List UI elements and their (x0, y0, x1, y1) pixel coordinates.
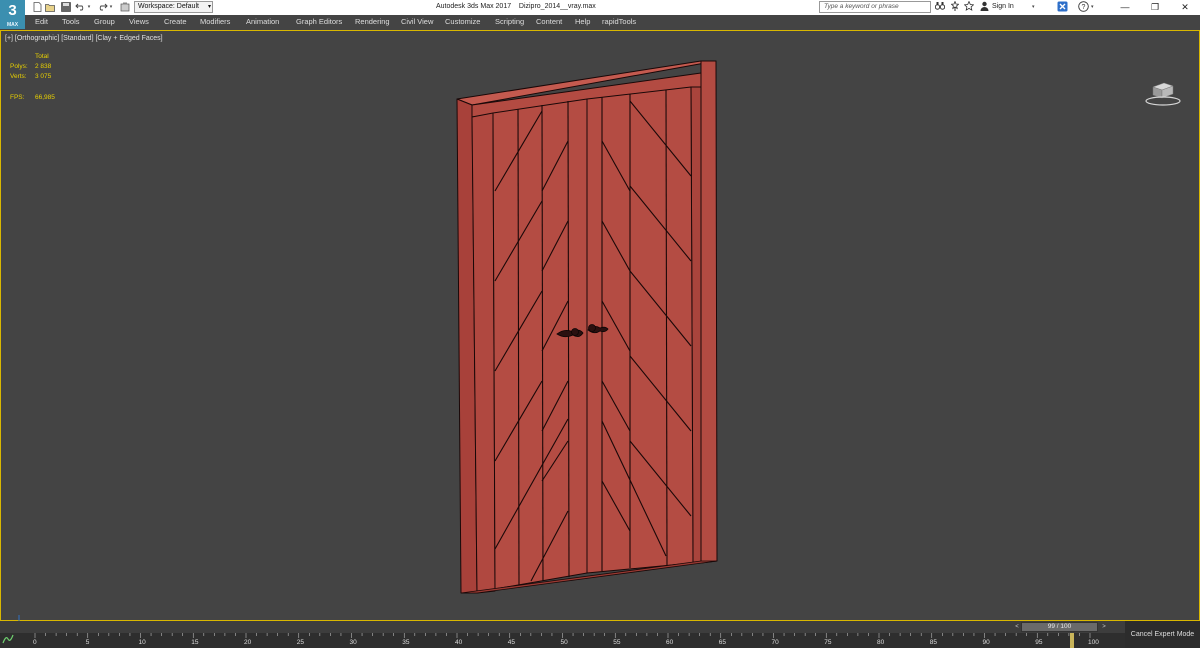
redo-dropdown-icon[interactable]: ▾ (107, 1, 115, 13)
time-slider[interactable]: 99 / 100 (1021, 622, 1098, 632)
undo-dropdown-icon[interactable]: ▾ (85, 1, 93, 13)
track-tick-label: 80 (877, 639, 885, 646)
track-tick-label: 35 (402, 639, 410, 646)
track-tick-label: 15 (191, 639, 199, 646)
title-bar: 3 MAX ▾ ▾ Workspace: Default ▾ Autodesk 3d… (0, 0, 1200, 29)
viewcube[interactable] (1142, 81, 1182, 109)
track-tick-label: 95 (1035, 639, 1043, 646)
stats-total-header: Total (35, 53, 49, 60)
new-icon[interactable] (31, 1, 44, 13)
track-tick-label: 100 (1088, 639, 1099, 646)
viewport-label[interactable]: [+] [Orthographic] [Standard] [Clay + Ed… (5, 35, 163, 42)
help-dropdown-icon[interactable]: ▾ (1091, 1, 1094, 13)
menu-customize[interactable]: Customize (445, 17, 480, 26)
file-name: Dizipro_2014__vray.max (518, 3, 596, 10)
user-icon[interactable] (980, 1, 989, 13)
workspace-dropdown[interactable]: Workspace: Default ▾ (134, 1, 213, 13)
menu-views[interactable]: Views (129, 17, 149, 26)
search-input[interactable]: Type a keyword or phrase (819, 1, 931, 13)
track-tick-label: 70 (771, 639, 779, 646)
track-tick-label: 55 (613, 639, 621, 646)
track-tick-label: 45 (507, 639, 515, 646)
binoculars-icon[interactable] (934, 1, 946, 13)
track-tick-label: 75 (824, 639, 832, 646)
track-tick-label: 65 (718, 639, 726, 646)
sign-in-dropdown-icon[interactable]: ▾ (1032, 1, 1035, 13)
time-slider-next-button[interactable]: > (1100, 622, 1108, 632)
sign-in-button[interactable]: Sign In (992, 3, 1014, 10)
time-slider-bar: < 99 / 100 > (0, 621, 1125, 633)
menu-scripting[interactable]: Scripting (495, 17, 524, 26)
track-tick-label: 40 (455, 639, 463, 646)
menu-civil-view[interactable]: Civil View (401, 17, 433, 26)
stats-fps-label: FPS: (10, 94, 25, 101)
viewport[interactable]: [+] [Orthographic] [Standard] [Clay + Ed… (0, 30, 1200, 630)
menu-rendering[interactable]: Rendering (355, 17, 390, 26)
time-slider-playhead[interactable] (1070, 633, 1075, 648)
track-tick-label: 50 (560, 639, 568, 646)
track-tick-label: 25 (296, 639, 304, 646)
help-icon[interactable]: ? (1078, 1, 1089, 13)
stats-verts-value: 3 075 (35, 73, 52, 80)
menu-animation[interactable]: Animation (246, 17, 279, 26)
menu-group[interactable]: Group (94, 17, 115, 26)
track-tick-label: 20 (244, 639, 252, 646)
stats-polys-label: Polys: (10, 63, 28, 70)
svg-text:?: ? (1082, 4, 1086, 11)
stats-fps-value: 66,985 (35, 94, 55, 101)
star-icon[interactable] (963, 0, 975, 13)
stats-verts-label: Verts: (10, 73, 27, 80)
window-title: Autodesk 3ds Max 2017 Dizipro_2014__vray… (436, 3, 596, 10)
exchange-icon[interactable] (1057, 1, 1068, 13)
door-leaf-left (492, 98, 588, 590)
door-model[interactable] (446, 57, 726, 627)
track-tick-label: 60 (666, 639, 674, 646)
menu-modifiers[interactable]: Modifiers (200, 17, 230, 26)
menu-bar: Edit Tools Group Views Create Modifiers … (25, 15, 1200, 29)
chevron-down-icon: ▾ (207, 4, 211, 10)
track-tick-label: 0 (33, 639, 37, 646)
favorites-icon[interactable] (950, 0, 960, 13)
track-tick-label: 90 (982, 639, 990, 646)
menu-edit[interactable]: Edit (35, 17, 48, 26)
menu-help[interactable]: Help (575, 17, 590, 26)
app-logo[interactable]: 3 MAX (0, 0, 25, 29)
cancel-expert-mode-button[interactable]: Cancel Expert Mode (1125, 621, 1200, 648)
time-slider-prev-button[interactable]: < (1013, 622, 1021, 632)
track-bar[interactable]: 0 5 10 15 20 25 30 35 40 45 50 55 60 65 70 75 80 85 90 95 10… (0, 633, 1125, 648)
stats-polys-value: 2 838 (35, 63, 52, 70)
menu-graph-editors[interactable]: Graph Editors (296, 17, 342, 26)
close-icon[interactable]: ✕ (1170, 0, 1200, 15)
open-icon[interactable] (44, 1, 57, 13)
minimize-icon[interactable]: — (1110, 0, 1140, 15)
track-tick-label: 30 (349, 639, 357, 646)
project-icon[interactable] (118, 1, 131, 13)
menu-content[interactable]: Content (536, 17, 562, 26)
save-icon[interactable] (59, 1, 72, 13)
track-tick-label: 5 (85, 639, 90, 646)
restore-icon[interactable]: ❐ (1140, 0, 1170, 15)
track-tick-label: 85 (929, 639, 937, 646)
frame-right-jamb (700, 60, 718, 564)
menu-create[interactable]: Create (164, 17, 187, 26)
menu-tools[interactable]: Tools (62, 17, 80, 26)
track-tick-label: 10 (138, 639, 146, 646)
menu-rapidtools[interactable]: rapidTools (602, 17, 636, 26)
